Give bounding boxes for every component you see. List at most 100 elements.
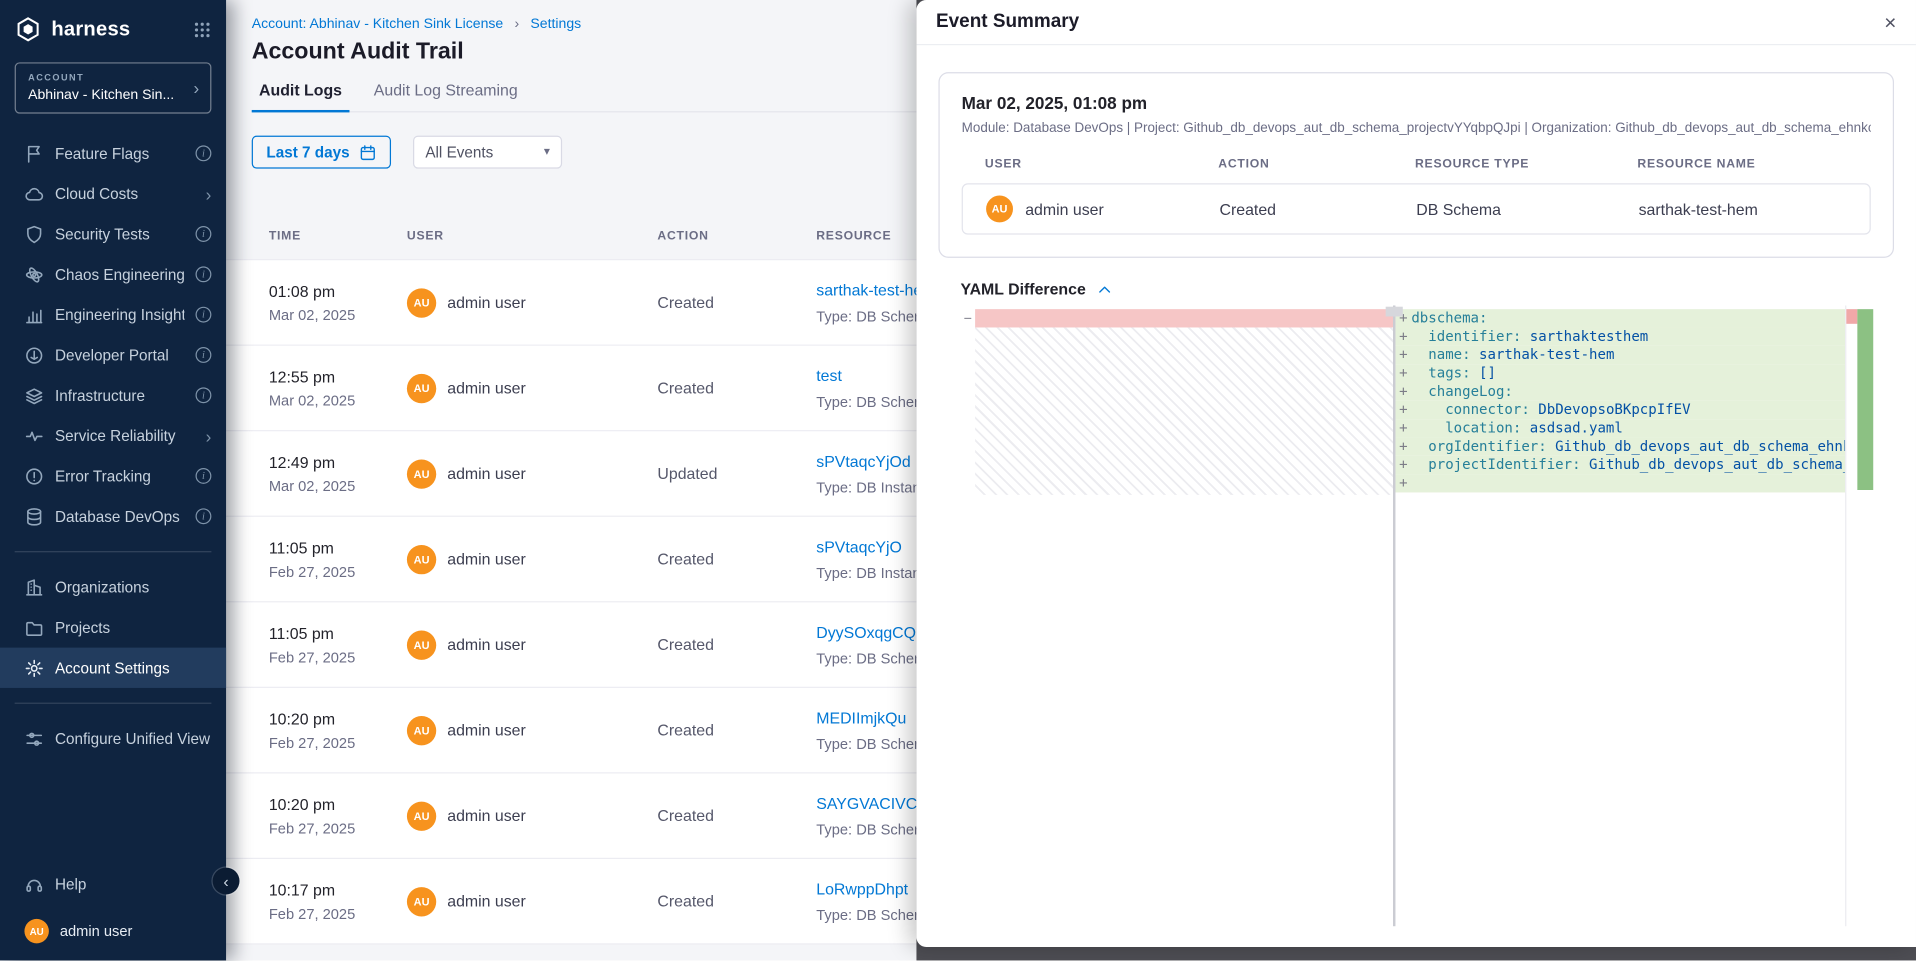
user-cell: AU admin user (407, 801, 657, 830)
diff-added-line: + changeLog: (1395, 382, 1845, 400)
sidebar-footer: Help AU admin user (0, 864, 226, 961)
info-icon: i (196, 226, 212, 242)
shield-icon (24, 224, 44, 244)
resource-link[interactable]: sPVtaqcYjOd (816, 452, 910, 470)
date-range-label: Last 7 days (266, 144, 349, 161)
user-cell: AUadmin user (407, 373, 657, 402)
time-cell: 01:08 pmMar 02, 2025 (269, 282, 407, 324)
sidebar-item-help[interactable]: Help (0, 864, 226, 904)
sidebar-item-organizations[interactable]: Organizations (0, 567, 226, 607)
resource-link[interactable]: sPVtaqcYjO (816, 538, 902, 556)
event-context: Module: Database DevOps | Project: Githu… (962, 121, 1871, 136)
sidebar-item-cloud-costs[interactable]: Cloud Costs› (0, 174, 226, 214)
error-icon (24, 466, 44, 486)
info-icon: i (196, 266, 212, 282)
diff-added-marker: + (1395, 419, 1411, 437)
col-resource-name: RESOURCE NAME (1637, 158, 1870, 171)
sidebar-item-security-tests[interactable]: Security Tests i (0, 214, 226, 254)
event-type-select[interactable]: All Events ▾ (413, 136, 562, 169)
col-action: ACTION (657, 230, 816, 243)
time-cell: 12:49 pm Mar 02, 2025 (269, 453, 407, 495)
sidebar-item-service-reliability[interactable]: Service Reliability› (0, 415, 226, 455)
sidebar-item-configure-unified-view[interactable]: Configure Unified View (0, 718, 226, 758)
resource-link[interactable]: DyySOxqgCQ (816, 623, 916, 641)
tab-audit-logs[interactable]: Audit Logs (252, 81, 350, 113)
time-cell: 11:05 pmFeb 27, 2025 (269, 538, 407, 580)
row-time: 10:20 pm (269, 795, 407, 813)
row-user: admin user (447, 635, 526, 653)
diff-added-line: + name: sarthak-test-hem (1395, 346, 1845, 364)
sidebar-item-engineering-insights[interactable]: Engineering Insightsi (0, 294, 226, 334)
resource-link[interactable]: MEDIImjkQu (816, 709, 906, 727)
sidebar-item-projects[interactable]: Projects (0, 607, 226, 647)
sidebar-item-database-devops[interactable]: Database DevOpsi (0, 496, 226, 536)
logo-row: harness (0, 0, 226, 53)
col-user: USER (407, 230, 657, 243)
diff-added-line: + (1395, 474, 1845, 492)
row-user: admin user (447, 721, 526, 739)
event-user: admin user (1025, 200, 1104, 218)
sidebar-modules: Feature FlagsiCloud Costs›Security Tests… (0, 133, 226, 536)
sidebar-item-label: Cloud Costs (55, 185, 195, 202)
row-user: admin user (447, 550, 526, 568)
breadcrumb-account-link[interactable]: Account: Abhinav - Kitchen Sink License (252, 17, 504, 32)
sidebar-item-error-tracking[interactable]: Error Trackingi (0, 456, 226, 496)
avatar: AU (407, 544, 436, 573)
tab-audit-log-streaming[interactable]: Audit Log Streaming (366, 81, 525, 112)
avatar: AU (407, 801, 436, 830)
infrastructure-icon (24, 386, 44, 406)
time-cell: 12:55 pmMar 02, 2025 (269, 367, 407, 409)
sidebar-item-infrastructure[interactable]: Infrastructurei (0, 375, 226, 415)
sidebar-item-feature-flags[interactable]: Feature Flagsi (0, 133, 226, 173)
sidebar-item-account-settings[interactable]: Account Settings (0, 648, 226, 688)
sidebar-item-label: Chaos Engineering (55, 266, 185, 283)
app-root: harness ACCOUNT Abhinav - Kitchen Sin...… (0, 0, 1916, 960)
sidebar-item-label: Organizations (55, 579, 211, 596)
diff-filler-hatch (975, 327, 1393, 494)
diff-added-marker: + (1395, 382, 1411, 400)
organizations-icon (24, 577, 44, 597)
row-user: admin user (447, 293, 526, 311)
diff-overview-ruler (1845, 305, 1872, 926)
diff-added-marker: + (1395, 456, 1411, 474)
sidebar-collapse-button[interactable]: ‹ (213, 868, 240, 895)
cloud-icon (24, 184, 44, 204)
sidebar-item-developer-portal[interactable]: Developer Portali (0, 335, 226, 375)
resource-link[interactable]: SAYGVACIVC (816, 794, 917, 812)
sidebar-item-label: Engineering Insights (55, 306, 185, 323)
event-type-value: All Events (425, 144, 493, 161)
breadcrumb-settings-link[interactable]: Settings (530, 17, 581, 32)
sidebar-item-label: Security Tests (55, 225, 185, 242)
sidebar-item-chaos-engineering[interactable]: Chaos Engineering i (0, 254, 226, 294)
event-table-header: USER ACTION RESOURCE TYPE RESOURCE NAME (962, 158, 1871, 171)
yaml-difference-toggle[interactable]: YAML Difference (960, 280, 1872, 298)
date-range-button[interactable]: Last 7 days (252, 136, 391, 169)
sidebar-user[interactable]: AU admin user (0, 904, 226, 946)
account-selector[interactable]: ACCOUNT Abhinav - Kitchen Sin... › (15, 62, 212, 113)
resource-link[interactable]: test (816, 367, 842, 385)
info-icon: i (196, 387, 212, 403)
row-action: Created (657, 550, 816, 568)
diff-added-marker: + (1395, 401, 1411, 419)
resource-link[interactable]: LoRwppDhpt (816, 880, 908, 898)
row-action: Created (657, 806, 816, 824)
time-cell: 10:17 pmFeb 27, 2025 (269, 880, 407, 922)
insights-icon (24, 305, 44, 325)
info-icon: i (196, 145, 212, 161)
row-user: admin user (447, 806, 526, 824)
event-summary-drawer: Event Summary × Mar 02, 2025, 01:08 pm M… (916, 0, 1916, 947)
ruler-added-mark (1857, 309, 1873, 490)
harness-logo-icon[interactable] (15, 16, 42, 43)
close-icon[interactable]: × (1884, 12, 1896, 33)
row-time: 12:49 pm (269, 453, 407, 471)
row-time: 01:08 pm (269, 282, 407, 300)
diff-added-marker: + (1395, 364, 1411, 382)
row-action: Created (657, 635, 816, 653)
row-time: 10:20 pm (269, 709, 407, 727)
unified-view-icon (24, 729, 44, 749)
yaml-diff-editor[interactable]: − +dbschema:+ identifier: sarthaktesthem… (960, 305, 1872, 926)
row-date: Mar 02, 2025 (269, 477, 407, 494)
row-date: Feb 27, 2025 (269, 734, 407, 751)
module-grid-icon[interactable] (193, 20, 211, 38)
col-user: USER (985, 158, 1218, 171)
